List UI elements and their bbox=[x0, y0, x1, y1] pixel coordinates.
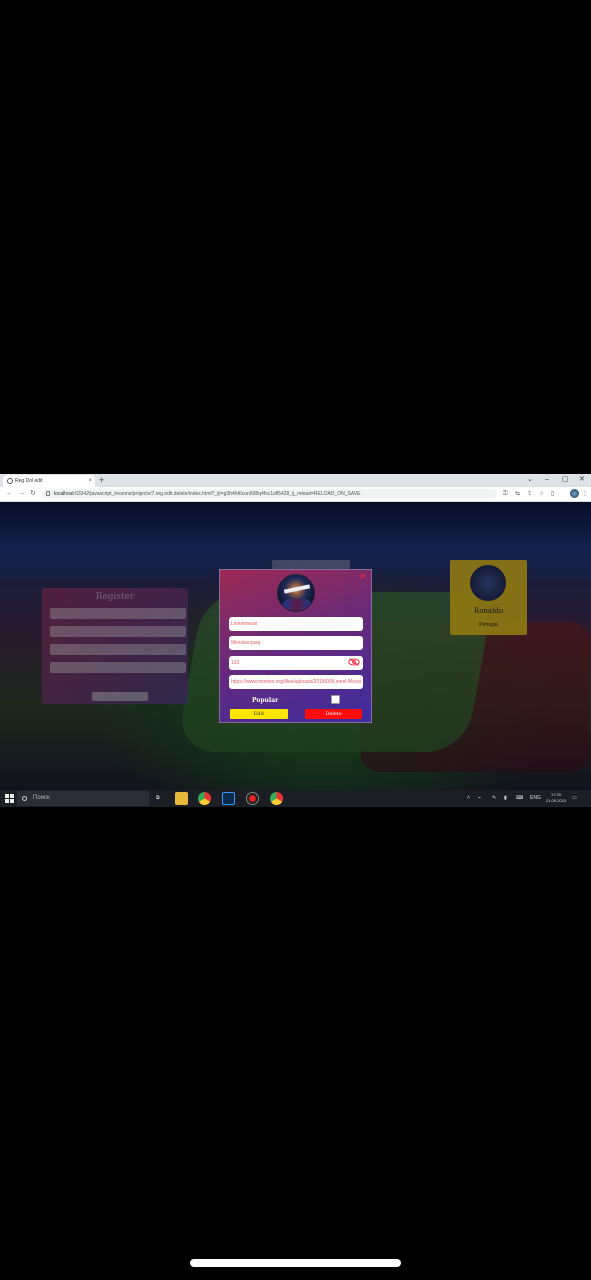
key-icon[interactable]: ⚿ bbox=[503, 489, 508, 499]
edit-button[interactable]: Edit bbox=[230, 709, 288, 719]
forward-arrow-icon[interactable]: → bbox=[18, 488, 25, 500]
edit-user-modal: ✕ Lionelmessi Messiverjaaq 123 https://w… bbox=[219, 569, 372, 723]
translate-icon[interactable]: ⇆ bbox=[515, 489, 520, 499]
hide-password-icon[interactable] bbox=[348, 658, 360, 666]
task-view-icon[interactable]: ⧉ bbox=[156, 790, 160, 807]
url-path: :63342/javascript_lessons/projects/7.reg… bbox=[73, 491, 361, 497]
browser-tab-bar: Reg Dol edit × + ⌄ – ▢ ✕ bbox=[0, 474, 591, 487]
battery-icon[interactable]: ▮ bbox=[504, 790, 507, 807]
minimize-button[interactable]: – bbox=[545, 474, 549, 486]
share-icon[interactable]: ⇪ bbox=[527, 489, 532, 499]
globe-icon bbox=[7, 478, 13, 484]
tray-chevron-icon[interactable]: ˄ bbox=[467, 790, 470, 807]
network-icon[interactable]: ⌁ bbox=[478, 790, 481, 807]
webstorm-icon[interactable] bbox=[222, 792, 235, 805]
file-explorer-icon[interactable] bbox=[175, 792, 188, 805]
url-host: localhost bbox=[54, 491, 74, 497]
windows-start-icon[interactable] bbox=[5, 794, 14, 803]
reload-icon[interactable]: ↻ bbox=[30, 488, 36, 500]
login-input[interactable]: Lionelmessi bbox=[229, 617, 363, 631]
profile-avatar[interactable] bbox=[570, 489, 579, 498]
search-icon bbox=[22, 796, 27, 801]
sidebar-icon[interactable]: ▯ bbox=[551, 489, 554, 499]
windows-taskbar: Поиск ⧉ ˄ ⌁ ✎ ▮ ⌨ ENG 17:35 21.05.2023 ▭ bbox=[0, 790, 591, 807]
clock-date: 21.05.2023 bbox=[545, 798, 567, 803]
address-bar[interactable]: localhost:63342/javascript_lessons/proje… bbox=[42, 489, 497, 499]
tab-title: Reg Dol edit bbox=[15, 478, 43, 484]
recorder-icon[interactable] bbox=[246, 792, 259, 805]
star-icon[interactable]: ☆ bbox=[539, 489, 544, 499]
notification-icon[interactable]: ▭ bbox=[572, 790, 577, 807]
chrome-icon[interactable] bbox=[198, 792, 211, 805]
popular-label: Popular bbox=[252, 697, 279, 704]
page-viewport: Register Ronaldo Portugal ✕ Lionelmessi … bbox=[0, 502, 591, 790]
tab-search-button[interactable]: ⌄ bbox=[527, 474, 533, 486]
jersey bbox=[282, 599, 312, 611]
delete-button[interactable]: Delete bbox=[305, 709, 362, 719]
user-avatar bbox=[277, 574, 315, 612]
headband bbox=[283, 584, 311, 594]
pen-icon[interactable]: ✎ bbox=[492, 790, 496, 807]
email-input[interactable]: Messiverjaaq bbox=[229, 636, 363, 650]
password-input[interactable]: 123 bbox=[229, 656, 363, 670]
chrome-icon[interactable] bbox=[270, 792, 283, 805]
taskbar-clock[interactable]: 17:35 21.05.2023 bbox=[544, 792, 568, 804]
desktop-screen: Reg Dol edit × + ⌄ – ▢ ✕ ← → ↻ localhost… bbox=[0, 474, 591, 807]
browser-tab[interactable]: Reg Dol edit × bbox=[3, 475, 95, 487]
browser-toolbar: ← → ↻ localhost:63342/javascript_lessons… bbox=[0, 487, 591, 502]
language-indicator[interactable]: ENG bbox=[530, 790, 541, 807]
close-window-button[interactable]: ✕ bbox=[579, 474, 585, 486]
menu-dots-icon[interactable]: ⋮ bbox=[582, 489, 588, 499]
home-indicator[interactable] bbox=[190, 1259, 401, 1267]
search-placeholder: Поиск bbox=[33, 795, 50, 801]
keyboard-icon[interactable]: ⌨ bbox=[516, 790, 523, 807]
photo-url-input[interactable]: https://www.montso.org/files/uploads/201… bbox=[229, 675, 363, 689]
new-tab-button[interactable]: + bbox=[99, 474, 104, 487]
taskbar-search-input[interactable]: Поиск bbox=[17, 791, 149, 806]
maximize-button[interactable]: ▢ bbox=[562, 474, 569, 486]
close-icon[interactable]: ✕ bbox=[359, 572, 366, 582]
back-arrow-icon[interactable]: ← bbox=[6, 488, 13, 500]
tab-close-button[interactable]: × bbox=[88, 475, 92, 487]
lock-icon bbox=[46, 491, 50, 496]
popular-checkbox[interactable] bbox=[331, 695, 340, 704]
